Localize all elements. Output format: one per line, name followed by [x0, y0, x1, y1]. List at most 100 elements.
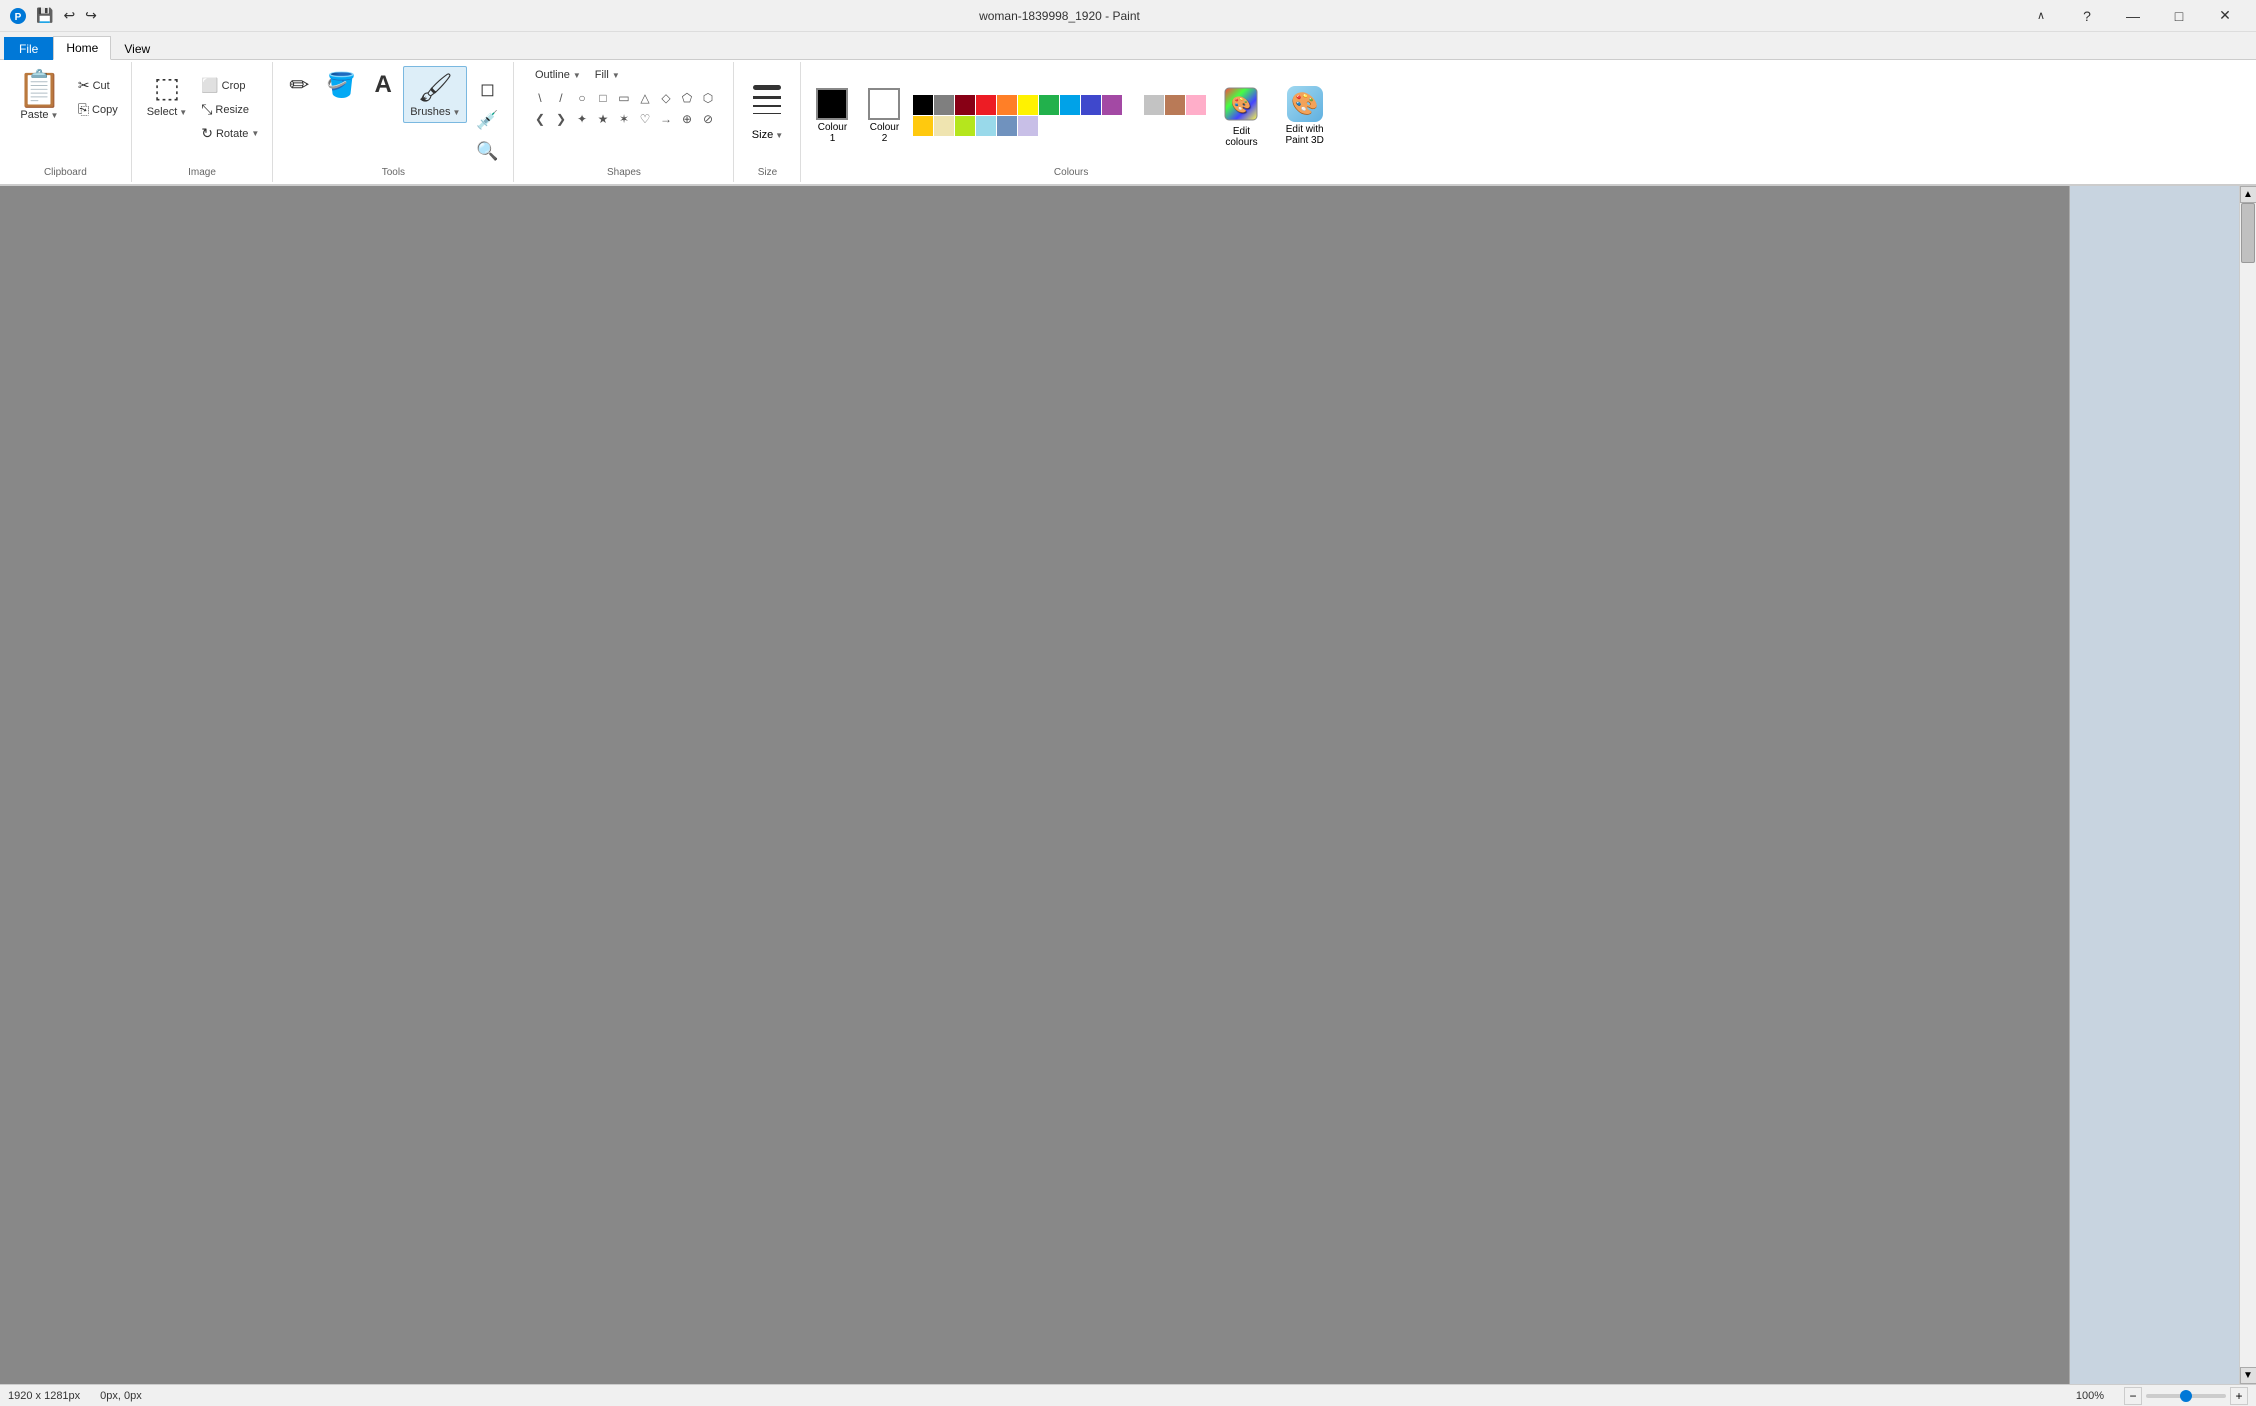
canvas-wrapper[interactable] [0, 186, 2069, 1384]
shape-left-arrow[interactable]: ❮ [530, 109, 550, 129]
colour1-label: Colour1 [818, 122, 847, 144]
shape-circle[interactable]: ○ [572, 88, 592, 108]
rotate-dropdown-arrow: ▼ [251, 129, 259, 138]
colour-swatch-8[interactable] [1081, 95, 1101, 115]
colour1-selector[interactable]: Colour1 [809, 83, 855, 149]
image-group: ⬚ Select ▼ ⬜ Crop ⤡ Resize [132, 62, 274, 182]
zoom-icon: 🔍 [476, 141, 498, 162]
shape-diagonal[interactable]: \ [530, 88, 550, 108]
tab-file[interactable]: File [4, 37, 53, 60]
shape-right-arrow[interactable]: ❯ [551, 109, 571, 129]
rotate-button[interactable]: ↻ Rotate ▼ [196, 122, 264, 145]
colour-swatch-11[interactable] [1144, 95, 1164, 115]
size-group-label: Size [758, 167, 777, 178]
shape-star6[interactable]: ✶ [614, 109, 634, 129]
shape-diamond[interactable]: ◇ [656, 88, 676, 108]
zoom-level: 100% [2076, 1390, 2104, 1402]
save-quick-btn[interactable]: 💾 [32, 5, 57, 26]
colour-swatch-10[interactable] [1123, 95, 1143, 115]
shape-hexagon[interactable]: ⬡ [698, 88, 718, 108]
resize-button[interactable]: ⤡ Resize [196, 98, 264, 121]
clipboard-group-content: 📋 Paste ▼ ✂ Cut ⎘ Copy [8, 66, 123, 165]
cut-copy-stack: ✂ Cut ⎘ Copy [73, 66, 123, 121]
shape-heart[interactable]: ♡ [635, 109, 655, 129]
colour-swatch-14[interactable] [913, 116, 933, 136]
cursor-position: 0px, 0px [100, 1390, 142, 1402]
shape-plus[interactable]: ⊕ [677, 109, 697, 129]
crop-button[interactable]: ⬜ Crop [196, 74, 264, 97]
colour-swatch-0[interactable] [913, 95, 933, 115]
colour-swatch-1[interactable] [934, 95, 954, 115]
shape-star5[interactable]: ★ [593, 109, 613, 129]
minimize-btn[interactable]: — [2110, 0, 2156, 32]
tab-view[interactable]: View [111, 37, 163, 60]
colour2-selector[interactable]: Colour2 [861, 83, 907, 149]
paste-button[interactable]: 📋 Paste ▼ [8, 66, 71, 126]
zoom-button[interactable]: 🔍 [469, 138, 505, 165]
shapes-label: Shapes [607, 167, 641, 178]
copy-button[interactable]: ⎘ Copy [73, 98, 123, 121]
colour-swatch-2[interactable] [955, 95, 975, 115]
fill-shapes-button[interactable]: Fill ▼ [590, 66, 625, 84]
outline-button[interactable]: Outline ▼ [530, 66, 586, 84]
shape-triangle[interactable]: △ [635, 88, 655, 108]
scroll-down-btn[interactable]: ▼ [2240, 1367, 2256, 1384]
shape-star4[interactable]: ✦ [572, 109, 592, 129]
colour-swatch-16[interactable] [955, 116, 975, 136]
redo-quick-btn[interactable]: ↪ [81, 5, 101, 26]
shape-minus-circle[interactable]: ⊘ [698, 109, 718, 129]
colour-swatch-15[interactable] [934, 116, 954, 136]
select-button[interactable]: ⬚ Select ▼ [140, 66, 195, 123]
colour-swatch-19[interactable] [1018, 116, 1038, 136]
title-bar-left: P 💾 ↩ ↪ [8, 5, 101, 26]
text-button[interactable]: A [365, 66, 401, 104]
shape-pentagon[interactable]: ⬠ [677, 88, 697, 108]
close-btn[interactable]: ✕ [2202, 0, 2248, 32]
shapes-group-content: Outline ▼ Fill ▼ \ / ○ □ ▭ △ ◇ [530, 66, 718, 165]
shape-diagonal2[interactable]: / [551, 88, 571, 108]
colour-swatch-12[interactable] [1165, 95, 1185, 115]
ribbon: 📋 Paste ▼ ✂ Cut ⎘ Copy [0, 60, 2256, 186]
colour-swatch-9[interactable] [1102, 95, 1122, 115]
undo-quick-btn[interactable]: ↩ [59, 5, 79, 26]
cut-button[interactable]: ✂ Cut [73, 74, 123, 97]
shape-arrow[interactable]: → [656, 109, 676, 129]
collapse-ribbon-btn[interactable]: ∧ [2018, 0, 2064, 32]
maximize-btn[interactable]: □ [2156, 0, 2202, 32]
eraser-button[interactable]: ◻ [469, 76, 505, 103]
colour-swatch-17[interactable] [976, 116, 996, 136]
colour-swatch-5[interactable] [1018, 95, 1038, 115]
edit-paint3d-button[interactable]: 🎨 Edit withPaint 3D [1276, 81, 1332, 151]
colour-swatch-4[interactable] [997, 95, 1017, 115]
edit-colours-button[interactable]: 🎨 Editcolours [1212, 79, 1270, 153]
cut-icon: ✂ [78, 77, 90, 94]
title-bar: P 💾 ↩ ↪ woman-1839998_1920 - Paint ∧ ? —… [0, 0, 2256, 32]
colour-swatch-6[interactable] [1039, 95, 1059, 115]
colour-swatch-13[interactable] [1186, 95, 1206, 115]
shape-rect[interactable]: □ [593, 88, 613, 108]
brushes-button[interactable]: 🖌 Brushes ▼ [403, 66, 467, 123]
zoom-slider[interactable] [2146, 1394, 2226, 1398]
scrollbar-track [2240, 203, 2256, 1367]
colour-palette [913, 95, 1206, 136]
colour-swatch-7[interactable] [1060, 95, 1080, 115]
zoom-out-btn[interactable]: − [2124, 1387, 2142, 1405]
tab-home[interactable]: Home [53, 36, 111, 60]
zoom-slider-thumb[interactable] [2180, 1390, 2192, 1402]
scroll-up-btn[interactable]: ▲ [2240, 186, 2256, 203]
color-picker-button[interactable]: 💉 [469, 107, 505, 134]
colour-swatch-18[interactable] [997, 116, 1017, 136]
size-control[interactable]: Size ▼ [742, 66, 792, 146]
zoom-in-btn[interactable]: + [2230, 1387, 2248, 1405]
tools-label: Tools [382, 167, 405, 178]
shape-roundrect[interactable]: ▭ [614, 88, 634, 108]
crop-icon: ⬜ [201, 77, 218, 94]
help-btn[interactable]: ? [2064, 0, 2110, 32]
clipboard-group: 📋 Paste ▼ ✂ Cut ⎘ Copy [0, 62, 132, 182]
fill-button[interactable]: 🪣 [319, 66, 363, 105]
colour-swatch-3[interactable] [976, 95, 996, 115]
brushes-label: Brushes [410, 106, 450, 118]
pencil-button[interactable]: ✏ [281, 66, 317, 105]
scrollbar-thumb[interactable] [2241, 203, 2255, 263]
eraser-icon: ◻ [480, 79, 495, 100]
